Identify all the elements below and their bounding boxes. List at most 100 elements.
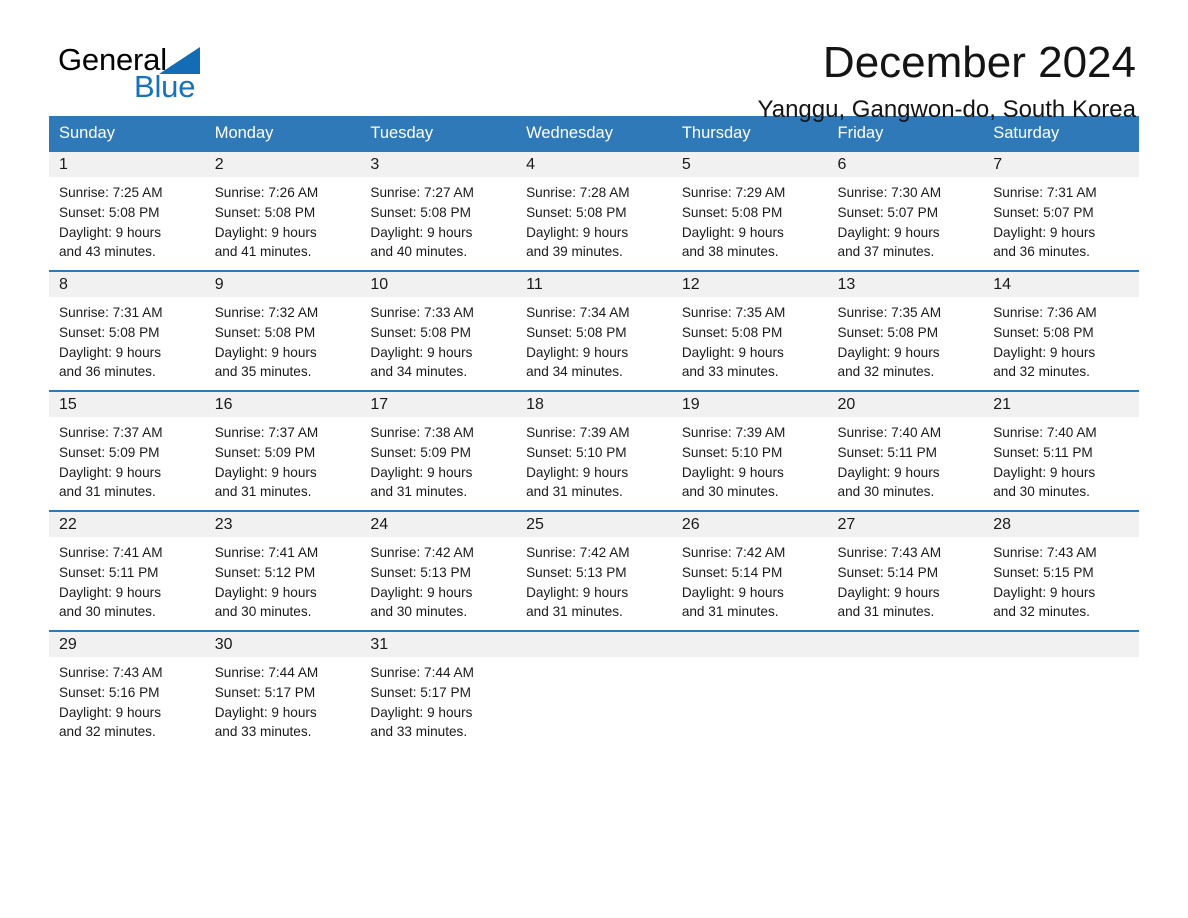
calendar-day-cell[interactable]: 9 Sunrise: 7:32 AM Sunset: 5:08 PM Dayli… bbox=[204, 269, 361, 391]
calendar-day-cell[interactable]: 14 Sunrise: 7:36 AM Sunset: 5:08 PM Dayl… bbox=[983, 269, 1139, 391]
calendar-day-cell[interactable]: 26 Sunrise: 7:42 AM Sunset: 5:14 PM Dayl… bbox=[671, 509, 828, 631]
daylight-text-line2: and 37 minutes. bbox=[837, 244, 935, 260]
day-details: Sunrise: 7:27 AM Sunset: 5:08 PM Dayligh… bbox=[360, 177, 516, 262]
calendar-day-cell[interactable]: 19 Sunrise: 7:39 AM Sunset: 5:10 PM Dayl… bbox=[671, 389, 828, 511]
daylight-text-line1: Daylight: 9 hours bbox=[526, 584, 629, 600]
sunrise-text: Sunrise: 7:42 AM bbox=[526, 544, 630, 560]
sunset-text: Sunset: 5:13 PM bbox=[370, 564, 471, 580]
daylight-text-line1: Daylight: 9 hours bbox=[837, 584, 940, 600]
sunset-text: Sunset: 5:13 PM bbox=[526, 564, 627, 580]
calendar-day-cell[interactable]: 27 Sunrise: 7:43 AM Sunset: 5:14 PM Dayl… bbox=[827, 509, 984, 631]
day-details: Sunrise: 7:44 AM Sunset: 5:17 PM Dayligh… bbox=[205, 657, 361, 742]
day-details: Sunrise: 7:39 AM Sunset: 5:10 PM Dayligh… bbox=[672, 417, 828, 502]
sunrise-text: Sunrise: 7:29 AM bbox=[681, 184, 786, 200]
sunrise-text: Sunrise: 7:37 AM bbox=[59, 424, 163, 440]
calendar-day-cell[interactable]: 6 Sunrise: 7:30 AM Sunset: 5:07 PM Dayli… bbox=[827, 151, 984, 271]
daylight-text-line2: and 33 minutes. bbox=[681, 364, 779, 380]
sunset-text: Sunset: 5:08 PM bbox=[526, 204, 627, 220]
day-details: Sunrise: 7:44 AM Sunset: 5:17 PM Dayligh… bbox=[360, 657, 516, 742]
daylight-text-line2: and 39 minutes. bbox=[526, 244, 623, 260]
daylight-text-line2: and 30 minutes. bbox=[214, 604, 312, 620]
calendar-day-cell[interactable]: 22 Sunrise: 7:41 AM Sunset: 5:11 PM Dayl… bbox=[49, 509, 205, 631]
day-details: Sunrise: 7:43 AM Sunset: 5:16 PM Dayligh… bbox=[49, 657, 205, 742]
calendar-day-cell[interactable]: 4 Sunrise: 7:28 AM Sunset: 5:08 PM Dayli… bbox=[516, 151, 672, 271]
daylight-text-line1: Daylight: 9 hours bbox=[526, 224, 629, 240]
day-number: 7 bbox=[983, 151, 1139, 177]
location-subtitle: Yanggu, Gangwon-do, South Korea bbox=[757, 96, 1137, 124]
day-number: 27 bbox=[827, 511, 984, 537]
calendar-day-cell[interactable]: 1 Sunrise: 7:25 AM Sunset: 5:08 PM Dayli… bbox=[49, 151, 205, 271]
general-blue-logo[interactable]: General Blue bbox=[58, 44, 218, 106]
day-number: 2 bbox=[204, 151, 361, 177]
daylight-text-line2: and 32 minutes. bbox=[59, 724, 156, 740]
calendar-day-cell[interactable]: 29 Sunrise: 7:43 AM Sunset: 5:16 PM Dayl… bbox=[49, 629, 205, 750]
sunset-text: Sunset: 5:10 PM bbox=[526, 444, 627, 460]
daylight-text-line1: Daylight: 9 hours bbox=[370, 584, 473, 600]
daylight-text-line2: and 30 minutes. bbox=[993, 484, 1090, 500]
daylight-text-line1: Daylight: 9 hours bbox=[837, 464, 940, 480]
day-number: 1 bbox=[49, 151, 205, 177]
day-number bbox=[516, 631, 672, 657]
calendar-day-cell[interactable]: 18 Sunrise: 7:39 AM Sunset: 5:10 PM Dayl… bbox=[516, 389, 672, 511]
sunrise-text: Sunrise: 7:41 AM bbox=[59, 544, 163, 560]
daylight-text-line1: Daylight: 9 hours bbox=[214, 584, 317, 600]
calendar-day-cell[interactable]: 8 Sunrise: 7:31 AM Sunset: 5:08 PM Dayli… bbox=[49, 269, 205, 391]
sunset-text: Sunset: 5:08 PM bbox=[214, 204, 316, 220]
daylight-text-line1: Daylight: 9 hours bbox=[214, 704, 317, 720]
sunset-text: Sunset: 5:08 PM bbox=[370, 204, 471, 220]
daylight-text-line1: Daylight: 9 hours bbox=[837, 344, 940, 360]
daylight-text-line2: and 31 minutes. bbox=[526, 604, 623, 620]
daylight-text-line1: Daylight: 9 hours bbox=[681, 464, 784, 480]
day-details: Sunrise: 7:40 AM Sunset: 5:11 PM Dayligh… bbox=[828, 417, 984, 502]
calendar-day-cell[interactable]: 11 Sunrise: 7:34 AM Sunset: 5:08 PM Dayl… bbox=[516, 269, 672, 391]
sunset-text: Sunset: 5:09 PM bbox=[59, 444, 160, 460]
calendar-day-cell[interactable]: 25 Sunrise: 7:42 AM Sunset: 5:13 PM Dayl… bbox=[516, 509, 672, 631]
day-details: Sunrise: 7:39 AM Sunset: 5:10 PM Dayligh… bbox=[516, 417, 672, 502]
calendar-day-cell[interactable]: 12 Sunrise: 7:35 AM Sunset: 5:08 PM Dayl… bbox=[671, 269, 828, 391]
calendar-day-cell[interactable]: 30 Sunrise: 7:44 AM Sunset: 5:17 PM Dayl… bbox=[204, 629, 361, 750]
calendar-day-cell[interactable]: 15 Sunrise: 7:37 AM Sunset: 5:09 PM Dayl… bbox=[49, 389, 205, 511]
calendar-day-cell[interactable]: 23 Sunrise: 7:41 AM Sunset: 5:12 PM Dayl… bbox=[204, 509, 361, 631]
daylight-text-line1: Daylight: 9 hours bbox=[59, 584, 162, 600]
day-number: 4 bbox=[516, 151, 672, 177]
day-details: Sunrise: 7:31 AM Sunset: 5:08 PM Dayligh… bbox=[49, 297, 205, 382]
calendar-day-cell[interactable]: 3 Sunrise: 7:27 AM Sunset: 5:08 PM Dayli… bbox=[360, 151, 517, 271]
day-details: Sunrise: 7:25 AM Sunset: 5:08 PM Dayligh… bbox=[49, 177, 205, 262]
day-number: 24 bbox=[360, 511, 517, 537]
daylight-text-line2: and 43 minutes. bbox=[59, 244, 156, 260]
weekday-header-sunday: Sunday bbox=[49, 116, 205, 152]
calendar-day-cell[interactable]: 7 Sunrise: 7:31 AM Sunset: 5:07 PM Dayli… bbox=[983, 151, 1139, 271]
daylight-text-line1: Daylight: 9 hours bbox=[59, 344, 162, 360]
sunset-text: Sunset: 5:08 PM bbox=[681, 324, 783, 340]
sunrise-text: Sunrise: 7:43 AM bbox=[993, 544, 1097, 560]
sunrise-text: Sunrise: 7:44 AM bbox=[370, 664, 474, 680]
calendar-week-row: 22 Sunrise: 7:41 AM Sunset: 5:11 PM Dayl… bbox=[49, 509, 1139, 631]
sunset-text: Sunset: 5:14 PM bbox=[681, 564, 783, 580]
daylight-text-line1: Daylight: 9 hours bbox=[370, 464, 473, 480]
calendar-day-cell[interactable]: 31 Sunrise: 7:44 AM Sunset: 5:17 PM Dayl… bbox=[360, 629, 517, 750]
calendar-day-cell[interactable]: 24 Sunrise: 7:42 AM Sunset: 5:13 PM Dayl… bbox=[360, 509, 517, 631]
calendar-day-cell[interactable]: 5 Sunrise: 7:29 AM Sunset: 5:08 PM Dayli… bbox=[671, 151, 828, 271]
day-number: 25 bbox=[516, 511, 672, 537]
sunset-text: Sunset: 5:08 PM bbox=[370, 324, 471, 340]
daylight-text-line1: Daylight: 9 hours bbox=[59, 224, 162, 240]
calendar-day-cell[interactable]: 20 Sunrise: 7:40 AM Sunset: 5:11 PM Dayl… bbox=[827, 389, 984, 511]
calendar-day-cell[interactable]: 28 Sunrise: 7:43 AM Sunset: 5:15 PM Dayl… bbox=[983, 509, 1139, 631]
sunset-text: Sunset: 5:15 PM bbox=[993, 564, 1094, 580]
calendar-day-cell[interactable]: 21 Sunrise: 7:40 AM Sunset: 5:11 PM Dayl… bbox=[983, 389, 1139, 511]
day-number: 12 bbox=[671, 271, 828, 297]
calendar-day-cell[interactable]: 2 Sunrise: 7:26 AM Sunset: 5:08 PM Dayli… bbox=[204, 151, 361, 271]
calendar-day-cell[interactable]: 17 Sunrise: 7:38 AM Sunset: 5:09 PM Dayl… bbox=[360, 389, 517, 511]
daylight-text-line1: Daylight: 9 hours bbox=[214, 464, 317, 480]
sunset-text: Sunset: 5:09 PM bbox=[214, 444, 316, 460]
sunset-text: Sunset: 5:10 PM bbox=[681, 444, 783, 460]
daylight-text-line1: Daylight: 9 hours bbox=[370, 344, 473, 360]
calendar-day-cell[interactable]: 16 Sunrise: 7:37 AM Sunset: 5:09 PM Dayl… bbox=[204, 389, 361, 511]
calendar-day-cell[interactable]: 13 Sunrise: 7:35 AM Sunset: 5:08 PM Dayl… bbox=[827, 269, 984, 391]
day-number: 11 bbox=[516, 271, 672, 297]
day-details: Sunrise: 7:36 AM Sunset: 5:08 PM Dayligh… bbox=[983, 297, 1139, 382]
sunset-text: Sunset: 5:11 PM bbox=[59, 564, 159, 580]
calendar-day-cell[interactable]: 10 Sunrise: 7:33 AM Sunset: 5:08 PM Dayl… bbox=[360, 269, 517, 391]
sunset-text: Sunset: 5:07 PM bbox=[993, 204, 1094, 220]
daylight-text-line1: Daylight: 9 hours bbox=[214, 344, 317, 360]
